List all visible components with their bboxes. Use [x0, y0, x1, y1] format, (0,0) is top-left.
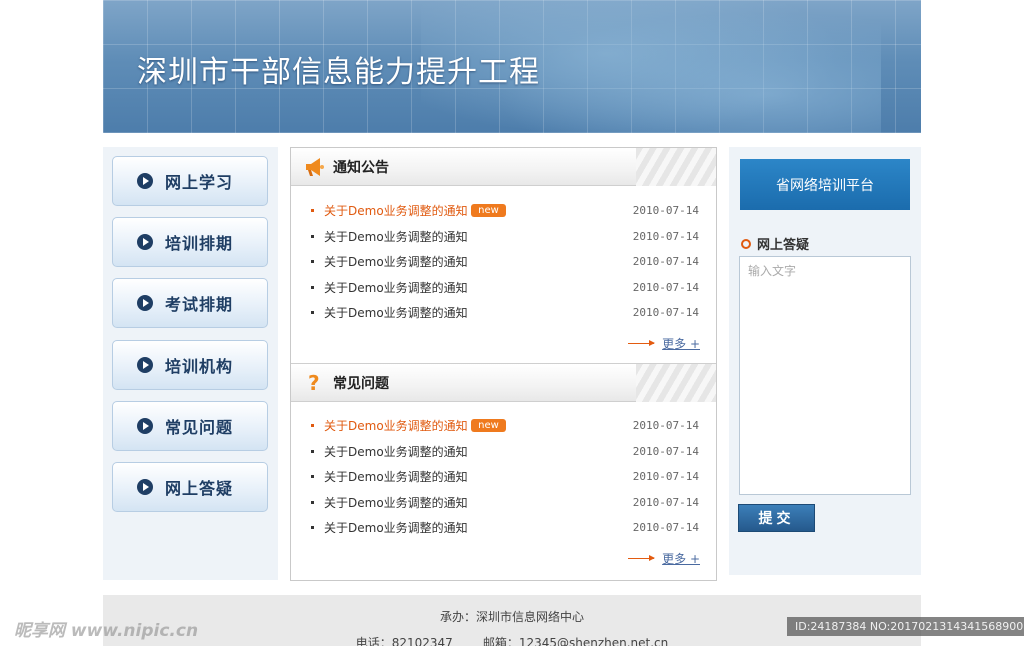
sidebar-item-online-qa[interactable]: 网上答疑: [112, 462, 268, 512]
sidebar-item-training-institutions[interactable]: 培训机构: [112, 340, 268, 390]
watermark-left: 昵享网 www.nipic.cn: [14, 621, 199, 641]
bullet: [311, 475, 314, 478]
sidebar-item-online-learning[interactable]: 网上学习: [112, 156, 268, 206]
news-link[interactable]: 关于Demo业务调整的通知: [324, 228, 468, 245]
sidebar-item-exam-schedule[interactable]: 考试排期: [112, 278, 268, 328]
page: 深圳市干部信息能力提升工程 网上学习 培训排期 考试排期 培训机构 常见问题 网…: [0, 0, 1024, 646]
play-circle-icon: [137, 479, 153, 495]
more-label: 更多 +: [662, 552, 700, 566]
sidebar-item-label: 培训排期: [165, 234, 234, 253]
faq-header: ? 常见问题: [291, 364, 716, 402]
header-banner: 深圳市干部信息能力提升工程: [103, 0, 921, 133]
news-date: 2010-07-14: [632, 255, 699, 269]
sidebar-item-faq[interactable]: 常见问题: [112, 401, 268, 451]
sidebar-item-label: 网上学习: [165, 173, 234, 192]
submit-button[interactable]: 提交: [738, 504, 815, 532]
arrow-right-icon: [628, 340, 656, 346]
sidebar-nav: 网上学习 培训排期 考试排期 培训机构 常见问题 网上答疑: [103, 147, 278, 580]
news-date: 2010-07-14: [632, 419, 699, 433]
qa-header: 网上答疑: [741, 234, 809, 253]
list-item: 关于Demo业务调整的通知 2010-07-14: [291, 224, 716, 250]
list-item: 关于Demo业务调整的通知 new 2010-07-14: [291, 198, 716, 224]
play-circle-icon: [137, 295, 153, 311]
bullet: [311, 209, 314, 212]
footer-email: 邮箱：12345@shenzhen.net.cn: [482, 636, 669, 646]
sidebar-item-label: 网上答疑: [165, 479, 234, 498]
play-circle-icon: [137, 173, 153, 189]
header-stripes: [636, 364, 716, 402]
new-badge: new: [471, 419, 506, 432]
sidebar-item-label: 常见问题: [165, 418, 234, 437]
main-content-panel: 通知公告 关于Demo业务调整的通知 new 2010-07-14 关于Demo…: [290, 147, 717, 581]
news-link[interactable]: 关于Demo业务调整的通知: [324, 202, 468, 219]
bullet: [311, 285, 314, 289]
news-link[interactable]: 关于Demo业务调整的通知: [324, 494, 468, 511]
news-link[interactable]: 关于Demo业务调整的通知: [324, 519, 468, 536]
chat-bubble-icon: [741, 238, 751, 249]
provincial-platform-button[interactable]: 省网络培训平台: [740, 159, 910, 210]
arrow-right-icon: [628, 555, 656, 561]
header-stripes: [636, 148, 716, 186]
news-date: 2010-07-14: [632, 306, 699, 320]
list-item: 关于Demo业务调整的通知 2010-07-14: [291, 300, 716, 326]
site-title: 深圳市干部信息能力提升工程: [137, 55, 540, 90]
section-title: 常见问题: [333, 375, 389, 392]
notices-more-link[interactable]: 更多 +: [628, 335, 700, 352]
bullet: [311, 424, 314, 427]
list-item: 关于Demo业务调整的通知 2010-07-14: [291, 249, 716, 275]
bullet: [311, 234, 314, 238]
bullet: [311, 449, 314, 453]
news-link[interactable]: 关于Demo业务调整的通知: [324, 468, 468, 485]
new-badge: new: [471, 204, 506, 217]
news-link[interactable]: 关于Demo业务调整的通知: [324, 443, 468, 460]
play-circle-icon: [137, 357, 153, 373]
bullet: [311, 500, 314, 504]
list-item: 关于Demo业务调整的通知 2010-07-14: [291, 490, 716, 516]
news-link[interactable]: 关于Demo业务调整的通知: [324, 279, 468, 296]
section-title: 通知公告: [333, 159, 389, 176]
right-panel: 省网络培训平台 网上答疑 提交: [729, 147, 921, 575]
megaphone-icon: [303, 155, 327, 179]
sidebar-item-training-schedule[interactable]: 培训排期: [112, 217, 268, 267]
qa-title: 网上答疑: [757, 238, 810, 253]
news-date: 2010-07-14: [632, 444, 699, 458]
notices-header: 通知公告: [291, 148, 716, 186]
bullet: [311, 260, 314, 263]
watermark-right: ID:24187384 NO:20170213143415689001: [787, 617, 1024, 636]
news-link[interactable]: 关于Demo业务调整的通知: [324, 304, 468, 321]
bullet: [311, 311, 314, 314]
faq-more-link[interactable]: 更多 +: [628, 550, 700, 567]
list-item: 关于Demo业务调整的通知 new 2010-07-14: [291, 413, 716, 439]
footer-phone: 电话：82102347: [355, 636, 453, 646]
play-circle-icon: [137, 418, 153, 434]
news-date: 2010-07-14: [632, 280, 699, 294]
news-link[interactable]: 关于Demo业务调整的通知: [324, 253, 468, 270]
list-item: 关于Demo业务调整的通知 2010-07-14: [291, 515, 716, 541]
news-date: 2010-07-14: [632, 229, 699, 243]
notices-list: 关于Demo业务调整的通知 new 2010-07-14 关于Demo业务调整的…: [291, 198, 716, 326]
list-item: 关于Demo业务调整的通知 2010-07-14: [291, 439, 716, 465]
faq-list: 关于Demo业务调整的通知 new 2010-07-14 关于Demo业务调整的…: [291, 413, 716, 541]
play-circle-icon: [137, 234, 153, 250]
question-mark-icon: ?: [303, 371, 327, 395]
bullet: [311, 526, 314, 529]
svg-text:?: ?: [308, 372, 320, 394]
question-textarea[interactable]: [739, 256, 911, 495]
more-label: 更多 +: [662, 337, 700, 351]
news-link[interactable]: 关于Demo业务调整的通知: [324, 417, 468, 434]
news-date: 2010-07-14: [632, 470, 699, 484]
news-date: 2010-07-14: [632, 204, 699, 218]
news-date: 2010-07-14: [632, 495, 699, 509]
news-date: 2010-07-14: [632, 521, 699, 535]
sidebar-item-label: 培训机构: [165, 357, 234, 376]
list-item: 关于Demo业务调整的通知 2010-07-14: [291, 275, 716, 301]
sidebar-item-label: 考试排期: [165, 295, 234, 314]
list-item: 关于Demo业务调整的通知 2010-07-14: [291, 464, 716, 490]
